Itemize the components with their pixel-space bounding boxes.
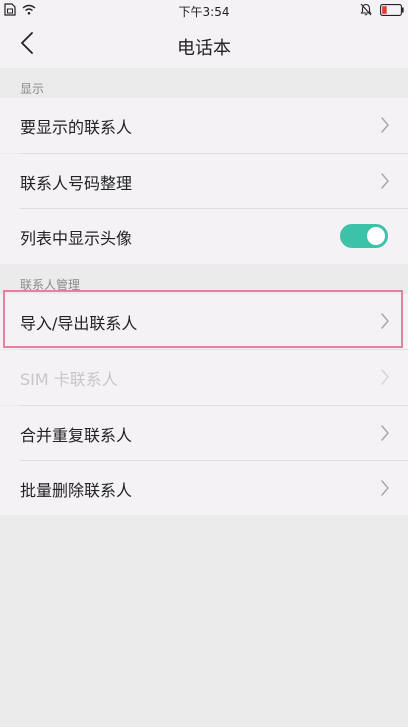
row-label: 合并重复联系人: [20, 425, 133, 445]
row-sim-contacts: SIM 卡联系人: [0, 350, 408, 405]
row-organize-numbers[interactable]: 联系人号码整理: [0, 154, 408, 209]
mute-icon: [360, 3, 372, 19]
status-time: 下午3:54: [178, 5, 230, 19]
chevron-right-icon: [380, 172, 390, 194]
battery-low-icon: [380, 3, 404, 19]
row-contacts-to-display[interactable]: 要显示的联系人: [0, 98, 408, 153]
chevron-right-icon: [380, 116, 390, 138]
show-avatars-toggle[interactable]: [340, 224, 388, 248]
row-label: 联系人号码整理: [20, 173, 133, 193]
row-label: SIM 卡联系人: [20, 369, 118, 389]
status-bar: 下午3:54: [0, 0, 408, 22]
row-label: 列表中显示头像: [20, 228, 133, 248]
chevron-right-icon: [380, 424, 390, 446]
app-header: 电话本: [0, 22, 408, 68]
row-merge-duplicates[interactable]: 合并重复联系人: [0, 406, 408, 461]
status-bar-right: [360, 3, 404, 19]
section-title: 联系人管理: [20, 278, 81, 292]
phonebook-settings-screen: 下午3:54 电话本 显示 要显示的联系人 联系人号码整理 列表中显示头像 联系…: [0, 0, 408, 727]
row-label: 导入/导出联系人: [20, 313, 138, 333]
row-label: 要显示的联系人: [20, 117, 133, 137]
section-header-display: 显示: [0, 68, 408, 98]
row-label: 批量删除联系人: [20, 480, 133, 500]
chevron-right-icon: [380, 312, 390, 334]
section-title: 显示: [20, 82, 45, 96]
empty-area: [0, 515, 408, 727]
section-header-contact-management: 联系人管理: [0, 264, 408, 294]
row-import-export-contacts[interactable]: 导入/导出联系人: [0, 294, 408, 349]
chevron-right-icon: [380, 368, 390, 390]
row-batch-delete[interactable]: 批量删除联系人: [0, 461, 408, 516]
chevron-right-icon: [380, 479, 390, 501]
page-title: 电话本: [177, 38, 231, 59]
row-show-avatars: 列表中显示头像: [0, 209, 408, 264]
toggle-knob: [367, 227, 385, 245]
